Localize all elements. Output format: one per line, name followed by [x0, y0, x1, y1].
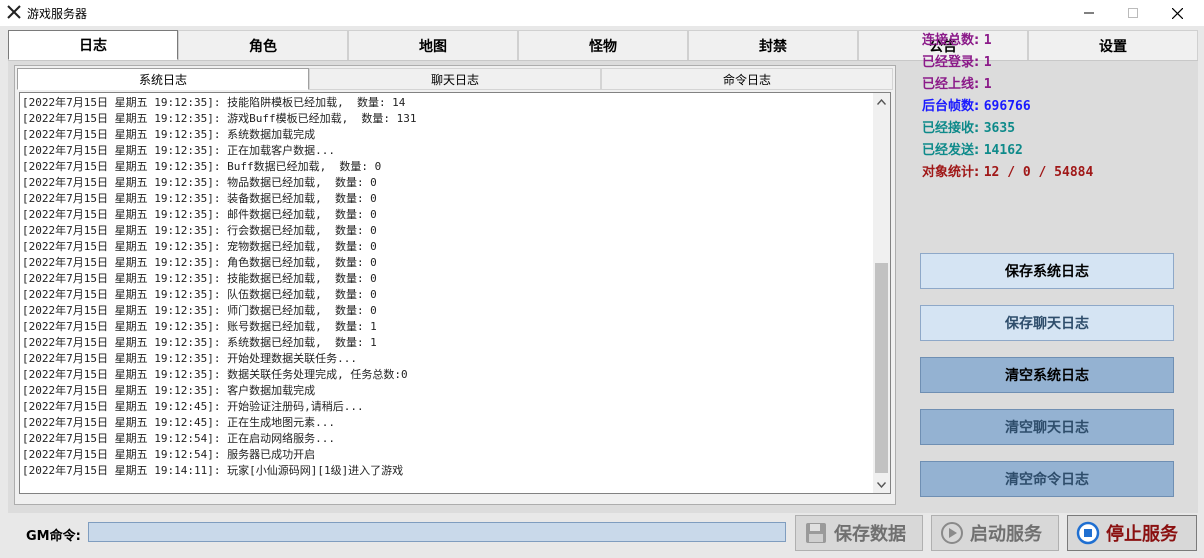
gm-command-label: GM命令:	[26, 529, 81, 544]
clear-chat-log-button[interactable]: 清空聊天日志	[920, 409, 1174, 445]
stop-icon	[1076, 521, 1100, 545]
log-line: [2022年7月15日 星期五 19:12:35]: Buff数据已经加载, 数…	[22, 160, 382, 173]
floppy-disk-icon	[806, 523, 826, 543]
stat-value: 1	[983, 33, 992, 48]
title-bar: 游戏服务器	[0, 0, 1204, 26]
stat-row: 后台帧数: 696766	[922, 96, 1182, 118]
scroll-down-button[interactable]	[873, 476, 890, 493]
stop-service-label: 停止服务	[1106, 524, 1178, 545]
log-line: [2022年7月15日 星期五 19:12:35]: 邮件数据已经加载, 数量:…	[22, 208, 377, 221]
tab-map[interactable]: 地图	[348, 30, 518, 60]
scroll-thumb[interactable]	[875, 263, 888, 473]
log-panel: 系统日志 聊天日志 命令日志 [2022年7月15日 星期五 19:12:35]…	[14, 65, 896, 505]
log-scrollbar[interactable]	[873, 93, 890, 493]
tab-role[interactable]: 角色	[178, 30, 348, 60]
stat-row: 已经发送: 14162	[922, 140, 1182, 162]
log-line: [2022年7月15日 星期五 19:12:35]: 游戏Buff模板已经加载,…	[22, 112, 417, 125]
log-lines: [2022年7月15日 星期五 19:12:35]: 技能陷阱模板已经加载, 数…	[22, 95, 872, 491]
log-line: [2022年7月15日 星期五 19:12:35]: 行会数据已经加载, 数量:…	[22, 224, 377, 237]
minimize-icon	[1084, 12, 1094, 14]
log-line: [2022年7月15日 星期五 19:12:35]: 角色数据已经加载, 数量:…	[22, 256, 377, 269]
tab-log[interactable]: 日志	[8, 30, 178, 60]
tab-monster[interactable]: 怪物	[518, 30, 688, 60]
log-line: [2022年7月15日 星期五 19:12:35]: 系统数据已经加载, 数量:…	[22, 336, 377, 349]
tab-chat-log[interactable]: 聊天日志	[309, 68, 601, 90]
gm-command-input[interactable]	[88, 522, 786, 542]
play-icon	[941, 522, 963, 544]
stat-row: 已经登录: 1	[922, 52, 1182, 74]
crossed-swords-icon	[7, 5, 21, 19]
log-line: [2022年7月15日 星期五 19:12:35]: 账号数据已经加载, 数量:…	[22, 320, 377, 333]
stat-row: 对象统计: 12 / 0 / 54884	[922, 162, 1182, 184]
save-chat-log-button[interactable]: 保存聊天日志	[920, 305, 1174, 341]
log-line: [2022年7月15日 星期五 19:12:45]: 开始验证注册码,请稍后..…	[22, 400, 364, 413]
stat-row: 已经接收: 3635	[922, 118, 1182, 140]
stat-label: 已经发送:	[922, 143, 980, 158]
stat-label: 已经接收:	[922, 121, 980, 136]
stat-row: 连接总数: 1	[922, 30, 1182, 52]
stop-service-button[interactable]: 停止服务	[1067, 515, 1197, 551]
save-system-log-button[interactable]: 保存系统日志	[920, 253, 1174, 289]
close-button[interactable]	[1154, 0, 1200, 26]
save-data-label: 保存数据	[834, 524, 906, 545]
log-line: [2022年7月15日 星期五 19:12:35]: 技能陷阱模板已经加载, 数…	[22, 96, 406, 109]
stat-value: 1	[983, 77, 992, 92]
log-line: [2022年7月15日 星期五 19:12:35]: 装备数据已经加载, 数量:…	[22, 192, 377, 205]
log-line: [2022年7月15日 星期五 19:12:35]: 师门数据已经加载, 数量:…	[22, 304, 377, 317]
clear-system-log-button[interactable]: 清空系统日志	[920, 357, 1174, 393]
start-service-button[interactable]: 启动服务	[931, 515, 1059, 551]
stat-value: 3635	[983, 121, 1016, 136]
log-line: [2022年7月15日 星期五 19:12:54]: 服务器已成功开启	[22, 448, 316, 461]
minimize-button[interactable]	[1066, 0, 1112, 26]
log-line: [2022年7月15日 星期五 19:12:35]: 宠物数据已经加载, 数量:…	[22, 240, 377, 253]
tab-command-log[interactable]: 命令日志	[601, 68, 893, 90]
window-title: 游戏服务器	[27, 7, 88, 21]
log-line: [2022年7月15日 星期五 19:12:35]: 开始处理数据关联任务...	[22, 352, 357, 365]
scroll-up-button[interactable]	[873, 93, 890, 110]
save-data-button[interactable]: 保存数据	[795, 515, 923, 551]
bottom-bar: GM命令: 保存数据 启动服务 停止服务	[0, 513, 1204, 558]
log-line: [2022年7月15日 星期五 19:12:35]: 正在加载客户数据...	[22, 144, 335, 157]
stat-value: 696766	[983, 99, 1031, 114]
chevron-down-icon	[877, 481, 886, 488]
tab-system-log[interactable]: 系统日志	[17, 68, 309, 90]
tab-ban[interactable]: 封禁	[688, 30, 858, 60]
log-line: [2022年7月15日 星期五 19:12:54]: 正在启动网络服务...	[22, 432, 335, 445]
stat-row: 已经上线: 1	[922, 74, 1182, 96]
log-line: [2022年7月15日 星期五 19:12:35]: 技能数据已经加载, 数量:…	[22, 272, 377, 285]
stat-label: 已经登录:	[922, 55, 980, 70]
maximize-icon	[1128, 8, 1138, 18]
stat-value: 14162	[983, 143, 1023, 158]
stat-label: 对象统计:	[922, 165, 980, 180]
stat-value: 12 / 0 / 54884	[983, 165, 1094, 180]
server-stats: 连接总数: 1 已经登录: 1 已经上线: 1 后台帧数: 696766 已经接收: 3…	[922, 30, 1182, 184]
close-icon	[1171, 7, 1183, 19]
clear-command-log-button[interactable]: 清空命令日志	[920, 461, 1174, 497]
stat-label: 连接总数:	[922, 33, 980, 48]
system-log-textbox[interactable]: [2022年7月15日 星期五 19:12:35]: 技能陷阱模板已经加载, 数…	[19, 92, 891, 494]
log-line: [2022年7月15日 星期五 19:12:45]: 正在生成地图元素...	[22, 416, 335, 429]
log-line: [2022年7月15日 星期五 19:12:35]: 队伍数据已经加载, 数量:…	[22, 288, 377, 301]
stat-label: 已经上线:	[922, 77, 980, 92]
log-line: [2022年7月15日 星期五 19:12:35]: 物品数据已经加载, 数量:…	[22, 176, 377, 189]
maximize-button[interactable]	[1110, 0, 1156, 26]
stat-value: 1	[983, 55, 992, 70]
log-line: [2022年7月15日 星期五 19:14:11]: 玩家[小仙源码网][1级]…	[22, 464, 404, 477]
chevron-up-icon	[877, 98, 886, 105]
log-sub-tab-bar: 系统日志 聊天日志 命令日志	[17, 68, 893, 90]
stat-label: 后台帧数:	[922, 99, 980, 114]
log-line: [2022年7月15日 星期五 19:12:35]: 客户数据加载完成	[22, 384, 316, 397]
log-line: [2022年7月15日 星期五 19:12:35]: 数据关联任务处理完成, 任…	[22, 368, 408, 381]
start-service-label: 启动服务	[970, 524, 1042, 545]
log-line: [2022年7月15日 星期五 19:12:35]: 系统数据加载完成	[22, 128, 316, 141]
